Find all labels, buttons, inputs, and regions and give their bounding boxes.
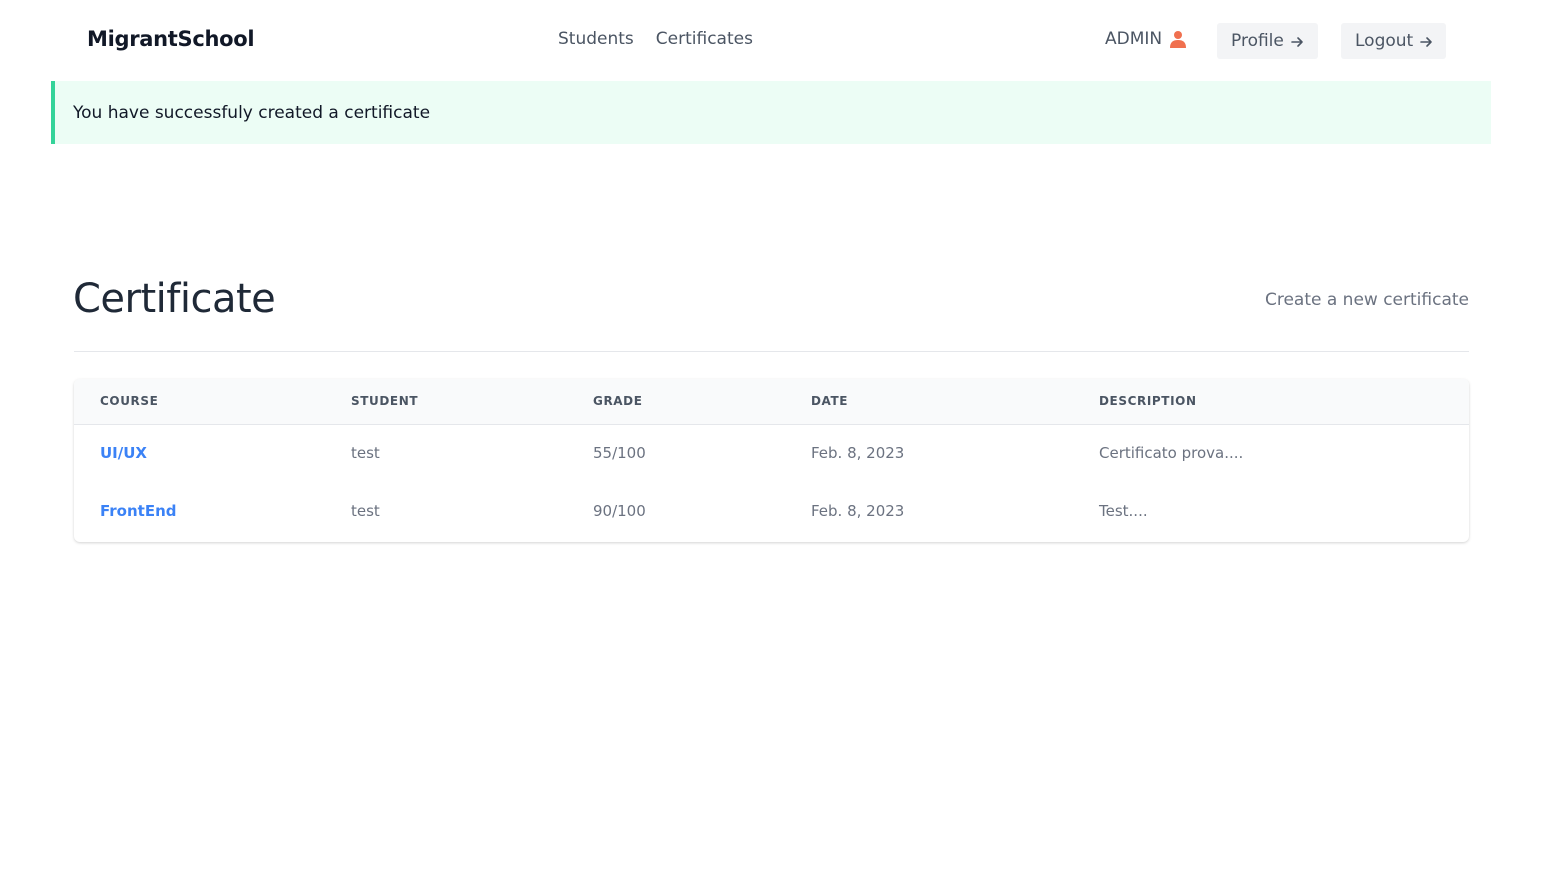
- profile-button-label: Profile: [1231, 31, 1284, 51]
- cell-student: test: [351, 501, 380, 520]
- nav-link-certificates[interactable]: Certificates: [656, 29, 753, 49]
- user-role-label: ADMIN: [1105, 29, 1163, 49]
- arrow-right-icon: [1290, 34, 1304, 48]
- table-row: FrontEnd test 90/100 Feb. 8, 2023 Test..…: [74, 481, 1469, 540]
- divider: [74, 351, 1469, 352]
- cell-student: test: [351, 443, 380, 462]
- top-navbar: MigrantSchool Students Certificates ADMI…: [0, 0, 1553, 81]
- current-user: ADMIN: [1105, 29, 1187, 49]
- cell-grade: 90/100: [593, 501, 646, 520]
- success-alert: You have successfuly created a certifica…: [51, 81, 1491, 144]
- page-title: Certificate: [73, 276, 276, 322]
- certificates-table: COURSE STUDENT GRADE DATE DESCRIPTION UI…: [74, 379, 1469, 540]
- cell-description: Test....: [1099, 501, 1148, 520]
- table-header-row: COURSE STUDENT GRADE DATE DESCRIPTION: [74, 379, 1469, 424]
- course-link[interactable]: UI/UX: [100, 444, 147, 462]
- cell-date: Feb. 8, 2023: [811, 443, 905, 462]
- logout-button-label: Logout: [1355, 31, 1414, 51]
- cell-course: UI/UX: [74, 424, 325, 481]
- nav-link-students[interactable]: Students: [558, 29, 634, 49]
- create-certificate-link[interactable]: Create a new certificate: [1265, 290, 1469, 310]
- cell-date: Feb. 8, 2023: [811, 501, 905, 520]
- brand-logo-text[interactable]: MigrantSchool: [87, 27, 255, 51]
- column-header-date: DATE: [811, 394, 849, 409]
- column-header-grade: GRADE: [593, 394, 643, 409]
- profile-button[interactable]: Profile: [1217, 23, 1318, 59]
- main-nav: Students Certificates: [558, 29, 753, 49]
- cell-grade: 55/100: [593, 443, 646, 462]
- column-header-description: DESCRIPTION: [1099, 394, 1197, 409]
- cell-description: Certificato prova....: [1099, 443, 1244, 462]
- table-row: UI/UX test 55/100 Feb. 8, 2023 Certifica…: [74, 424, 1469, 481]
- column-header-course: COURSE: [100, 394, 159, 409]
- user-icon: [1169, 30, 1187, 48]
- logout-button[interactable]: Logout: [1341, 23, 1446, 59]
- cell-course: FrontEnd: [74, 481, 325, 540]
- column-header-student: STUDENT: [351, 394, 419, 409]
- arrow-right-icon: [1419, 34, 1433, 48]
- certificates-table-card: COURSE STUDENT GRADE DATE DESCRIPTION UI…: [74, 379, 1469, 542]
- course-link[interactable]: FrontEnd: [100, 502, 177, 520]
- success-alert-message: You have successfuly created a certifica…: [73, 102, 431, 123]
